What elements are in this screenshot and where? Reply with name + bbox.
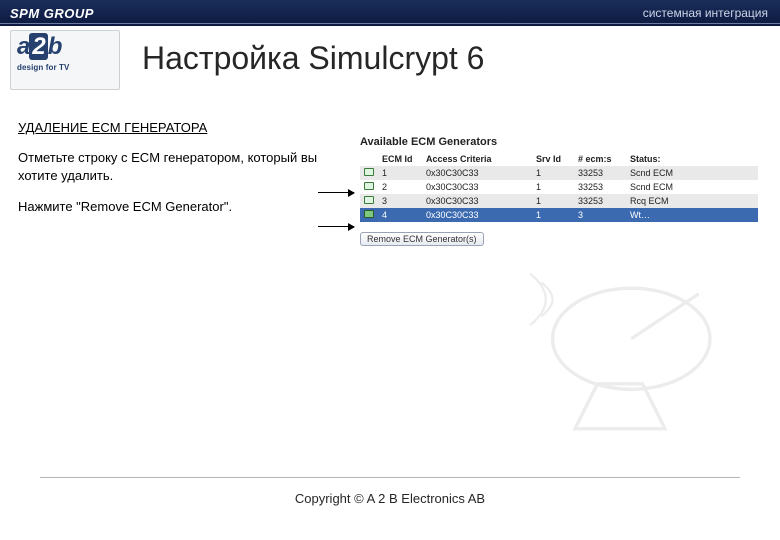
cell-ecm_id: 3: [378, 194, 422, 208]
col-ecms: # ecm:s: [574, 152, 626, 166]
cell-srv: 1: [532, 180, 574, 194]
cell-status: Scnd ECM: [626, 166, 758, 180]
logo-main: a2b: [17, 35, 113, 59]
table-row[interactable]: 40x30C30C3313Wt…: [360, 208, 758, 222]
table-header-row: ECM Id Access Criteria Srv Id # ecm:s St…: [360, 152, 758, 166]
table-title: Available ECM Generators: [360, 136, 758, 148]
tagline-text: системная интеграция: [643, 6, 768, 20]
arrow-to-row: [318, 192, 354, 193]
logo-box: a2b design for TV: [10, 30, 120, 90]
col-ecm-id: ECM Id: [378, 152, 422, 166]
cell-status: Wt…: [626, 208, 758, 222]
header-divider: [0, 23, 780, 24]
cell-srv: 1: [532, 194, 574, 208]
instruction-step-1: Отметьте строку с ECM генератором, котор…: [18, 149, 318, 184]
logo-letter-b: b: [48, 33, 62, 60]
table-row[interactable]: 30x30C30C33133253Rcq ECM: [360, 194, 758, 208]
table-row[interactable]: 20x30C30C33133253Scnd ECM: [360, 180, 758, 194]
copyright-text: Copyright © A 2 B Electronics AB: [0, 491, 780, 506]
tv-icon: [360, 166, 378, 180]
logo-subtitle: design for TV: [17, 63, 113, 72]
tv-icon: [360, 194, 378, 208]
cell-ecm_id: 2: [378, 180, 422, 194]
cell-status: Rcq ECM: [626, 194, 758, 208]
cell-access: 0x30C30C33: [422, 208, 532, 222]
cell-ecms: 3: [574, 208, 626, 222]
logo-letter-a: a: [17, 33, 29, 60]
page-title: Настройка Simulcrypt 6: [142, 40, 484, 77]
section-heading: УДАЛЕНИЕ ECM ГЕНЕРАТОРА: [18, 120, 318, 135]
footer-divider: [40, 477, 740, 478]
header-bar: SPM GROUP системная интеграция: [0, 0, 780, 26]
col-srv-id: Srv Id: [532, 152, 574, 166]
remove-ecm-button[interactable]: Remove ECM Generator(s): [360, 232, 484, 246]
cell-ecms: 33253: [574, 166, 626, 180]
cell-status: Scnd ECM: [626, 180, 758, 194]
table-row[interactable]: 10x30C30C33133253Scnd ECM: [360, 166, 758, 180]
brand-text: SPM GROUP: [0, 6, 94, 21]
ecm-table: ECM Id Access Criteria Srv Id # ecm:s St…: [360, 152, 758, 222]
cell-access: 0x30C30C33: [422, 180, 532, 194]
ecm-screenshot: Available ECM Generators ECM Id Access C…: [360, 136, 758, 246]
logo-number: 2: [29, 33, 47, 60]
cell-access: 0x30C30C33: [422, 166, 532, 180]
col-status: Status:: [626, 152, 758, 166]
instructions-column: УДАЛЕНИЕ ECM ГЕНЕРАТОРА Отметьте строку …: [18, 120, 318, 230]
background-watermark-icon: [480, 260, 760, 440]
cell-access: 0x30C30C33: [422, 194, 532, 208]
arrow-to-button: [318, 226, 354, 227]
tv-icon: [360, 208, 378, 222]
instruction-step-2: Нажмите "Remove ECM Generator".: [18, 198, 318, 216]
col-access: Access Criteria: [422, 152, 532, 166]
cell-srv: 1: [532, 208, 574, 222]
cell-ecm_id: 1: [378, 166, 422, 180]
col-icon: [360, 152, 378, 166]
cell-ecms: 33253: [574, 194, 626, 208]
cell-ecms: 33253: [574, 180, 626, 194]
cell-ecm_id: 4: [378, 208, 422, 222]
cell-srv: 1: [532, 166, 574, 180]
tv-icon: [360, 180, 378, 194]
